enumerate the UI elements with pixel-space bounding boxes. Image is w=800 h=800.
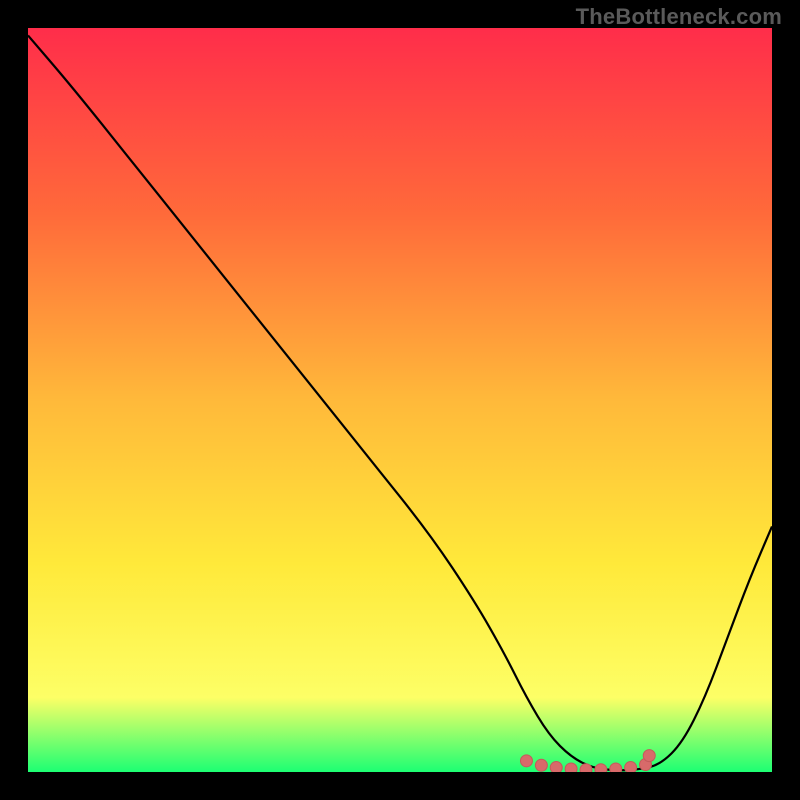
marker-dot bbox=[535, 759, 547, 771]
gradient-background bbox=[28, 28, 772, 772]
marker-dot bbox=[580, 764, 592, 772]
plot-area bbox=[28, 28, 772, 772]
marker-dot bbox=[625, 762, 637, 772]
marker-dot bbox=[610, 763, 622, 772]
watermark-text: TheBottleneck.com bbox=[576, 4, 782, 30]
marker-dot bbox=[643, 750, 655, 762]
plot-svg bbox=[28, 28, 772, 772]
marker-dot bbox=[595, 764, 607, 772]
marker-dot bbox=[565, 763, 577, 772]
marker-dot bbox=[520, 755, 532, 767]
chart-stage: TheBottleneck.com bbox=[0, 0, 800, 800]
marker-dot bbox=[550, 762, 562, 772]
